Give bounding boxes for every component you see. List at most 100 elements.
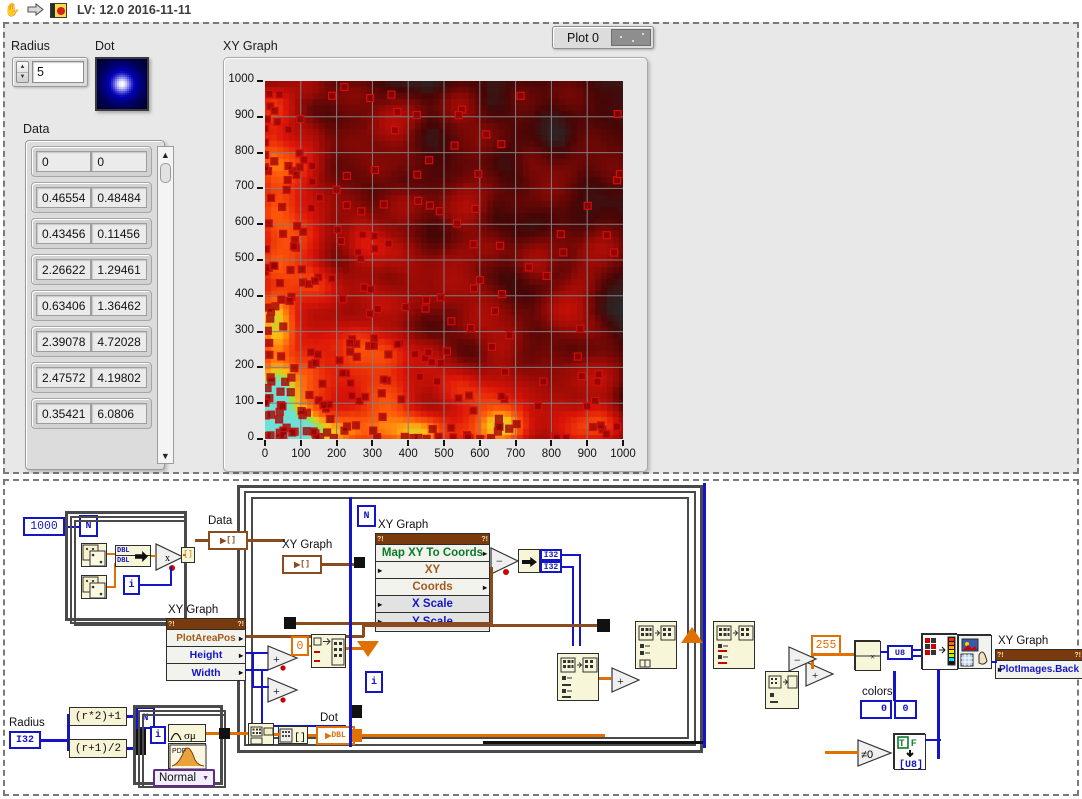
data-array-cell[interactable]: 2.26622 bbox=[36, 259, 92, 280]
pn-row-xy[interactable]: XY bbox=[376, 562, 489, 579]
colors-index[interactable]: 0 bbox=[860, 700, 892, 719]
radius-terminal[interactable]: I32 bbox=[9, 731, 41, 749]
data-array-cell[interactable]: 0.63406 bbox=[36, 295, 92, 316]
array-subset-node[interactable] bbox=[765, 671, 799, 709]
iterator-terminal-2[interactable]: i bbox=[365, 671, 383, 693]
plot-style-swatch[interactable] bbox=[610, 29, 651, 46]
color-map-node[interactable] bbox=[921, 633, 958, 670]
data-array-cell[interactable]: 6.0806 bbox=[91, 403, 147, 424]
data-array-row[interactable]: 2.47572 4.19802 bbox=[31, 362, 152, 393]
y-tick-mark bbox=[257, 187, 263, 190]
pn-row-plotimages-back[interactable]: PlotImages.Back bbox=[996, 661, 1082, 678]
property-node-plotimages[interactable]: ?!?! PlotImages.Back bbox=[995, 649, 1082, 679]
pn-row-x-scale[interactable]: X Scale bbox=[376, 596, 489, 613]
data-array-cell[interactable]: 4.19802 bbox=[91, 367, 147, 388]
data-array-cell[interactable]: 0 bbox=[36, 151, 92, 172]
scroll-down-icon[interactable]: ▼ bbox=[158, 448, 173, 463]
array-build-node[interactable] bbox=[248, 723, 274, 745]
data-array-cell[interactable]: 0.11456 bbox=[91, 223, 147, 244]
radius-input[interactable]: 5 bbox=[32, 61, 84, 83]
multiply-node-3[interactable]: × bbox=[854, 640, 881, 671]
formula-node-1[interactable]: (r*2)+1 bbox=[69, 707, 127, 726]
pn-row-width[interactable]: Width bbox=[167, 664, 245, 681]
draw-image-node[interactable] bbox=[957, 634, 992, 669]
loop-count-terminal-2[interactable]: N bbox=[357, 505, 376, 527]
property-node-plotarea[interactable]: ?!?! PlotAreaPos Height Width bbox=[166, 618, 246, 681]
colors-array-control[interactable]: 0 0 bbox=[860, 700, 917, 719]
data-array-cell[interactable]: 1.36462 bbox=[91, 295, 147, 316]
plot-area[interactable] bbox=[265, 81, 623, 439]
svg-text:+: + bbox=[617, 674, 624, 688]
y-tick-mark bbox=[257, 438, 263, 440]
data-array-cell[interactable]: 0.46554 bbox=[36, 187, 92, 208]
radius-control[interactable]: ▲ ▼ 5 bbox=[12, 57, 88, 87]
subtract-node[interactable]: − bbox=[490, 547, 520, 575]
pn-row-plotareapos[interactable]: PlotAreaPos bbox=[167, 630, 245, 647]
data-indicator-terminal[interactable]: ▶[] bbox=[208, 531, 248, 550]
data-array[interactable]: 0 0 0.46554 0.48484 0.43456 0.11456 2.26622 1.2… bbox=[25, 140, 174, 470]
data-array-row[interactable]: 2.39078 4.72028 bbox=[31, 326, 152, 357]
colors-value[interactable]: 0 bbox=[894, 700, 917, 719]
run-arrow-icon[interactable] bbox=[27, 2, 44, 18]
subtract-node-2[interactable]: − bbox=[788, 646, 818, 672]
constant-zero[interactable]: 0 bbox=[291, 636, 309, 656]
chevron-down-icon[interactable]: ▼ bbox=[202, 775, 209, 782]
iterator-terminal-1[interactable]: i bbox=[123, 575, 140, 595]
wire-data-1 bbox=[195, 539, 209, 542]
add-node-2[interactable]: + bbox=[267, 677, 299, 703]
not-equal-zero-node[interactable]: ≠0 bbox=[857, 739, 893, 767]
bundle-node[interactable]: DBL DBL bbox=[115, 545, 151, 567]
xy-graph-label: XY Graph bbox=[223, 39, 278, 53]
random-number-icon-1[interactable] bbox=[81, 543, 107, 567]
formula-node-2[interactable]: (r+1)/2 bbox=[69, 739, 127, 758]
data-array-cell[interactable]: 0.35421 bbox=[36, 403, 92, 424]
data-array-cell[interactable]: 2.47572 bbox=[36, 367, 92, 388]
data-array-row[interactable]: 0.63406 1.36462 bbox=[31, 290, 152, 321]
constant-1000[interactable]: 1000 bbox=[23, 517, 65, 536]
replace-subset-node-1[interactable] bbox=[557, 653, 599, 701]
data-array-cell[interactable]: 2.39078 bbox=[36, 331, 92, 352]
unbundle-node[interactable] bbox=[518, 549, 540, 573]
distribution-ring[interactable]: Normal ▼ bbox=[153, 769, 215, 787]
radius-spinner[interactable]: ▲ ▼ bbox=[16, 61, 29, 83]
y-tick-label: 900 bbox=[234, 108, 254, 121]
data-array-cell[interactable]: 0.43456 bbox=[36, 223, 92, 244]
wire-sub-feedback-v bbox=[490, 567, 493, 624]
add-node-3[interactable]: + bbox=[611, 667, 641, 693]
property-node-map-xy[interactable]: ?!?! Map XY To Coords XY Coords X Scale … bbox=[375, 533, 490, 632]
scrollbar-thumb[interactable] bbox=[159, 163, 171, 183]
data-array-cell[interactable]: 1.29461 bbox=[91, 259, 147, 280]
pdf-icon[interactable]: PDF bbox=[168, 743, 207, 770]
hand-cursor-icon[interactable]: ✋ bbox=[4, 3, 21, 18]
xy-graph-terminal-1[interactable]: ▶[] bbox=[282, 555, 322, 574]
replace-subset-node-3[interactable] bbox=[713, 621, 755, 669]
data-array-row[interactable]: 0.43456 0.11456 bbox=[31, 218, 152, 249]
plot-legend[interactable]: Plot 0 bbox=[552, 26, 654, 49]
pn-row-map-xy-to-coords[interactable]: Map XY To Coords bbox=[376, 545, 489, 562]
initialize-array-node[interactable] bbox=[311, 634, 346, 668]
xy-graph[interactable]: 0 100 200 300 400 500 600 700 800 900 1000 0 100 200… bbox=[223, 57, 648, 472]
u8-cast-node[interactable]: U8 bbox=[887, 645, 913, 660]
data-array-scrollbar[interactable]: ▲ ▼ bbox=[156, 146, 174, 464]
random-number-icon-2[interactable] bbox=[81, 575, 107, 599]
labview-vi-icon[interactable] bbox=[50, 2, 67, 18]
data-array-cell[interactable]: 0.48484 bbox=[91, 187, 147, 208]
data-array-row[interactable]: 0.46554 0.48484 bbox=[31, 182, 152, 213]
data-array-row[interactable]: 00 bbox=[31, 146, 152, 177]
x-tick-mark bbox=[514, 440, 517, 446]
boolean-to-u8-node[interactable]: T F [U8] bbox=[893, 733, 926, 771]
data-array-cell[interactable]: 4.72028 bbox=[91, 331, 147, 352]
spinner-up-icon[interactable]: ▲ bbox=[17, 62, 28, 73]
gaussian-params-icon[interactable]: σμ bbox=[168, 724, 206, 742]
scroll-up-icon[interactable]: ▲ bbox=[158, 147, 173, 162]
pn-row-height[interactable]: Height bbox=[167, 647, 245, 664]
pn-row-coords[interactable]: Coords bbox=[376, 579, 489, 596]
iterator-terminal-3[interactable]: i bbox=[150, 726, 166, 744]
data-array-row[interactable]: 2.26622 1.29461 bbox=[31, 254, 152, 285]
y-tick-label: 700 bbox=[234, 180, 254, 193]
replace-subset-node-2[interactable] bbox=[635, 621, 677, 669]
spinner-down-icon[interactable]: ▼ bbox=[17, 73, 28, 83]
data-array-cell[interactable]: 0 bbox=[91, 151, 147, 172]
index-array-node[interactable]: [] bbox=[278, 726, 308, 744]
data-array-row[interactable]: 0.35421 6.0806 bbox=[31, 398, 152, 429]
